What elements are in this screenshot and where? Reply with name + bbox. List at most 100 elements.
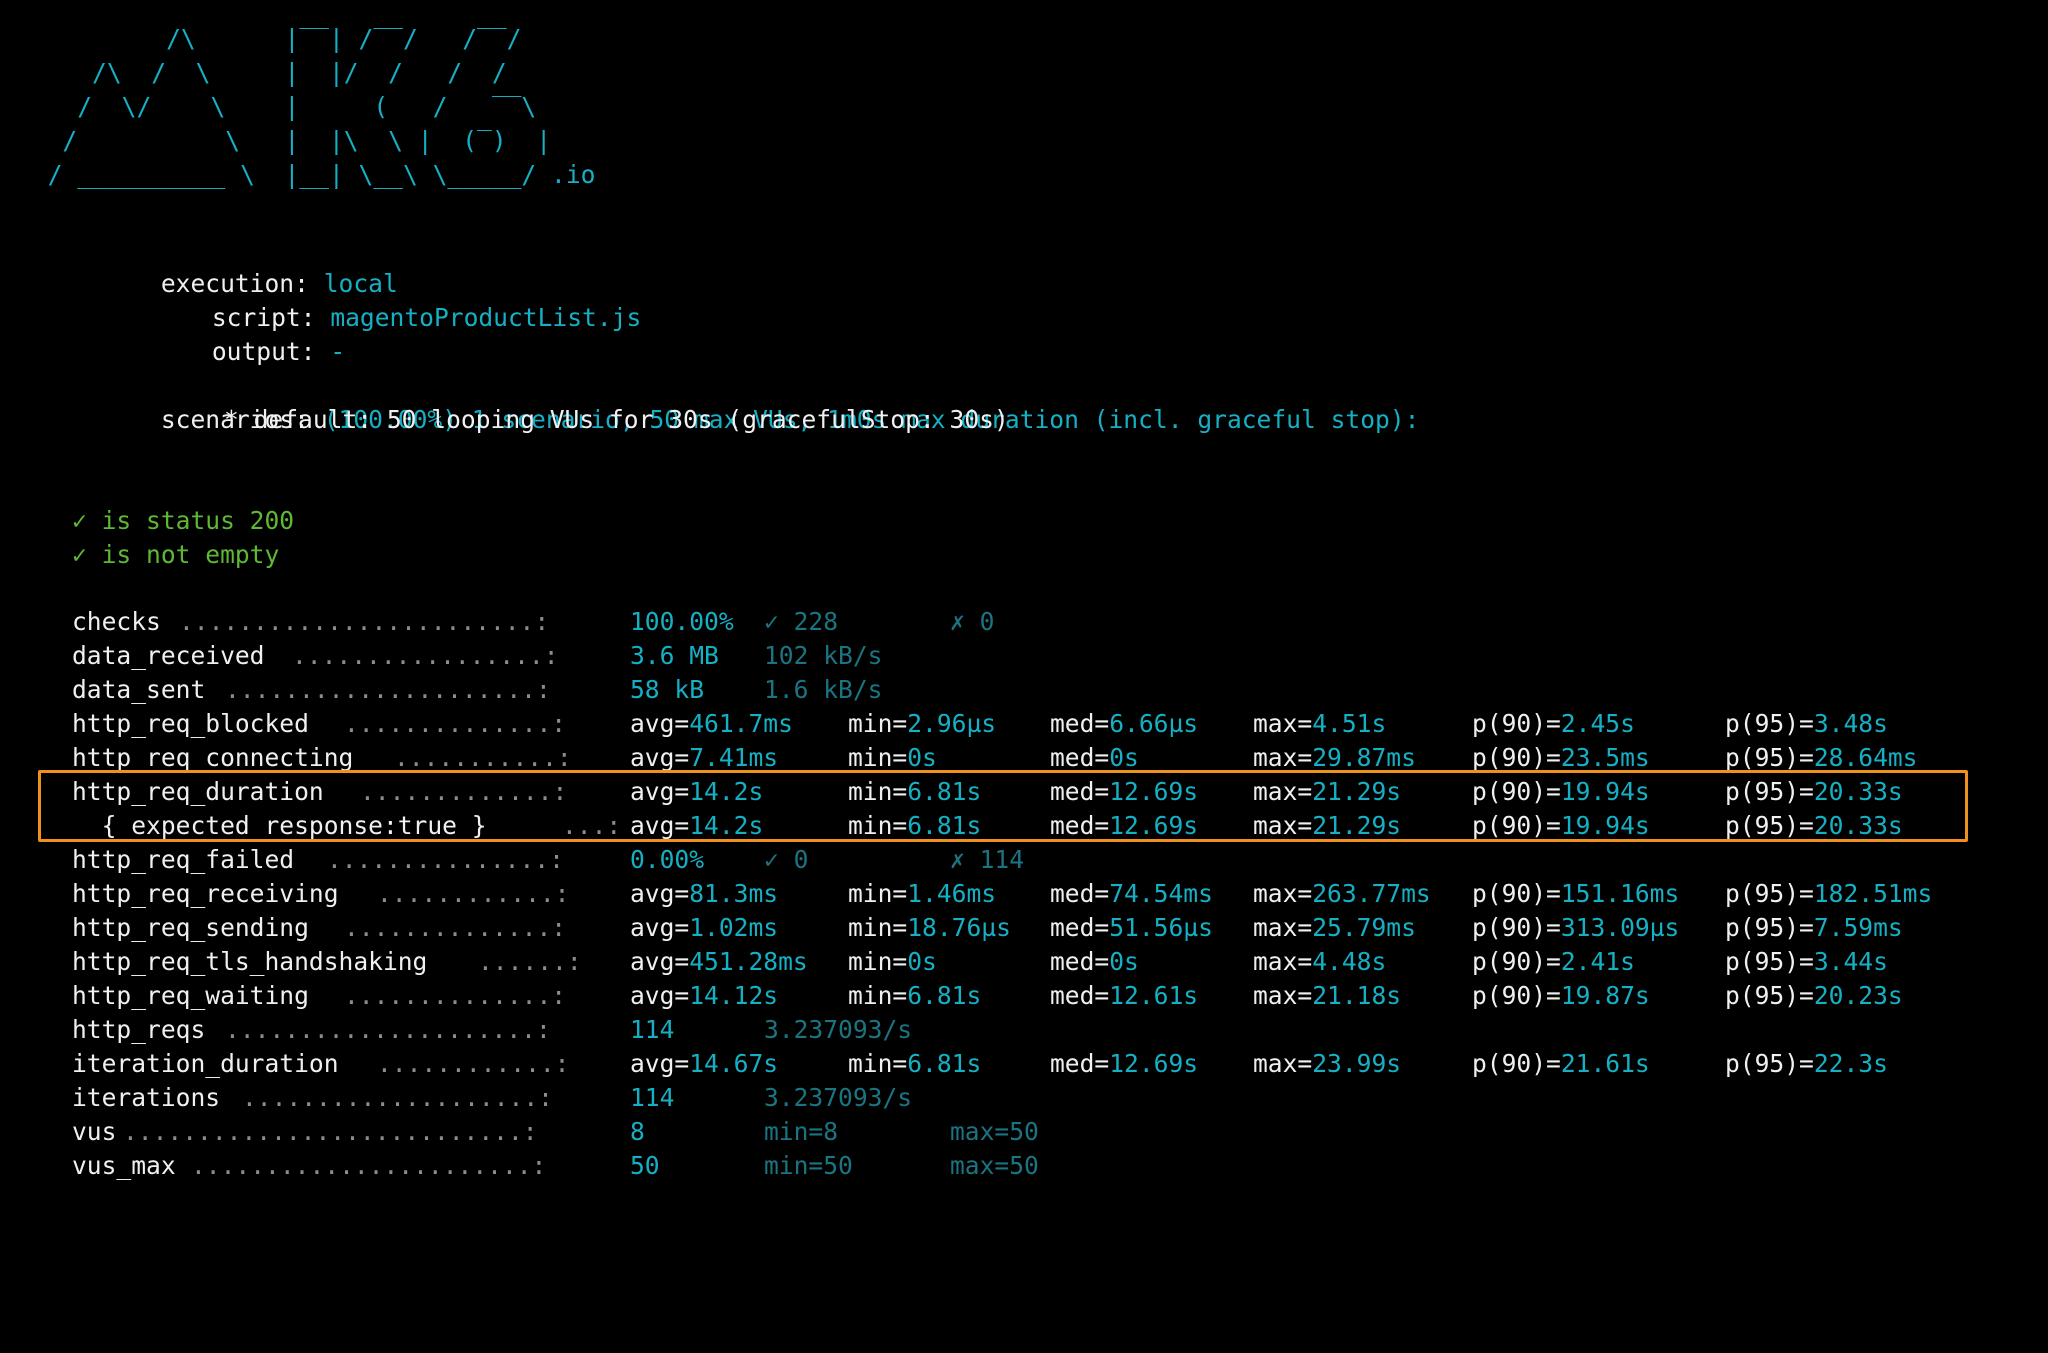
metric-dots: ........................: bbox=[179, 607, 550, 636]
metric-p95: p(95)=3.44s bbox=[1725, 947, 1888, 976]
metric-value: 0.00% bbox=[630, 845, 705, 874]
metric-max: max=25.79ms bbox=[1253, 913, 1416, 942]
metric-dots: .....................: bbox=[225, 1015, 551, 1044]
metric-max: max=23.99s bbox=[1253, 1049, 1402, 1078]
metric-max: max=263.77ms bbox=[1253, 879, 1431, 908]
metric-dots: ......: bbox=[478, 947, 582, 976]
metric-detail: 102 kB/s bbox=[764, 641, 883, 670]
metric-dots: .......................: bbox=[191, 1151, 547, 1180]
metric-med: med=74.54ms bbox=[1050, 879, 1213, 908]
metric-med: med=51.56µs bbox=[1050, 913, 1213, 942]
metric-detail: min=50 bbox=[764, 1151, 853, 1180]
metric-row: http_req_tls_handshaking......: avg=451.… bbox=[72, 945, 1972, 979]
metric-value: 114 bbox=[630, 1015, 675, 1044]
check-item: ✓ is not empty bbox=[72, 540, 280, 569]
logo-line: / \ | |\ \ | (‾) | bbox=[18, 126, 566, 155]
terminal-window: /\ |‾‾| /‾‾/ /‾‾/ /\ / \ | |/ / / / / \/… bbox=[0, 0, 2048, 1240]
metric-name: http_req_sending bbox=[72, 913, 309, 942]
metric-name: vus bbox=[72, 1117, 117, 1146]
metric-name: vus_max bbox=[72, 1151, 176, 1180]
metric-dots: ..............: bbox=[344, 913, 567, 942]
metric-row: checks........................: 100.00% … bbox=[72, 605, 1972, 639]
metric-avg: avg=461.7ms bbox=[630, 709, 793, 738]
metric-detail: max=50 bbox=[950, 1117, 1039, 1146]
metric-value: 114 bbox=[630, 1083, 675, 1112]
metric-name: http_req_failed bbox=[72, 845, 295, 874]
metric-p90: p(90)=19.87s bbox=[1472, 981, 1650, 1010]
metric-avg: avg=81.3ms bbox=[630, 879, 779, 908]
metric-med: med=12.61s bbox=[1050, 981, 1199, 1010]
metric-dots: ...........................: bbox=[123, 1117, 538, 1146]
metric-row: http_req_waiting..............: avg=14.1… bbox=[72, 979, 1972, 1013]
metric-name: http_reqs bbox=[72, 1015, 206, 1044]
metric-detail: ✗ 0 bbox=[950, 607, 995, 636]
metric-min: min=2.96µs bbox=[848, 709, 997, 738]
metric-med: med=6.66µs bbox=[1050, 709, 1199, 738]
output-label: output: bbox=[211, 337, 316, 366]
metric-detail: 3.237093/s bbox=[764, 1015, 913, 1044]
metric-row: http_req_sending..............: avg=1.02… bbox=[72, 911, 1972, 945]
metric-row: iteration_duration............: avg=14.6… bbox=[72, 1047, 1972, 1081]
metric-p90: p(90)=2.45s bbox=[1472, 709, 1635, 738]
metric-value: 58 kB bbox=[630, 675, 705, 704]
metric-p95: p(95)=22.3s bbox=[1725, 1049, 1888, 1078]
metric-p90: p(90)=2.41s bbox=[1472, 947, 1635, 976]
execution-row: execution: local bbox=[72, 233, 398, 298]
metric-detail: 3.237093/s bbox=[764, 1083, 913, 1112]
metric-p90: p(90)=21.61s bbox=[1472, 1049, 1650, 1078]
scenario-detail: * default: 50 looping VUs for 30s (grace… bbox=[224, 405, 1009, 434]
metric-name: iterations bbox=[72, 1083, 221, 1112]
metric-name: http_req_waiting bbox=[72, 981, 309, 1010]
metric-value: 100.00% bbox=[630, 607, 734, 636]
metric-p95: p(95)=182.51ms bbox=[1725, 879, 1933, 908]
metric-max: max=21.18s bbox=[1253, 981, 1402, 1010]
logo-line: /\ / \ | |/ / / / bbox=[18, 58, 566, 87]
metric-p95: p(95)=20.23s bbox=[1725, 981, 1903, 1010]
metric-min: min=1.46ms bbox=[848, 879, 997, 908]
metric-p95: p(95)=7.59ms bbox=[1725, 913, 1903, 942]
metric-name: http_req_blocked bbox=[72, 709, 309, 738]
metric-avg: avg=14.12s bbox=[630, 981, 779, 1010]
metric-avg: avg=451.28ms bbox=[630, 947, 808, 976]
metric-row: vus...........................: 8 min=8 … bbox=[72, 1115, 1972, 1149]
metric-row: data_sent.....................: 58 kB 1.… bbox=[72, 673, 1972, 707]
metric-max: max=4.48s bbox=[1253, 947, 1387, 976]
metric-row: http_reqs.....................: 114 3.23… bbox=[72, 1013, 1972, 1047]
metric-dots: ....................: bbox=[242, 1083, 553, 1112]
metric-dots: ..............: bbox=[344, 709, 567, 738]
metric-dots: ..............: bbox=[344, 981, 567, 1010]
metric-value: 3.6 MB bbox=[630, 641, 719, 670]
metric-value: 50 bbox=[630, 1151, 660, 1180]
metric-name: http_req_receiving bbox=[72, 879, 339, 908]
metric-name: checks bbox=[72, 607, 161, 636]
metric-value: 8 bbox=[630, 1117, 645, 1146]
metric-dots: ............: bbox=[377, 879, 570, 908]
output-row: output: - bbox=[123, 301, 345, 366]
metric-name: data_sent bbox=[72, 675, 206, 704]
metric-row: iterations....................: 114 3.23… bbox=[72, 1081, 1972, 1115]
metric-name: http_req_tls_handshaking bbox=[72, 947, 428, 976]
metric-name: iteration_duration bbox=[72, 1049, 339, 1078]
metric-dots: ...............: bbox=[327, 845, 564, 874]
metric-max: max=4.51s bbox=[1253, 709, 1387, 738]
scenarios-row: scenarios: (100.00%) 1 scenario, 50 max … bbox=[72, 369, 1420, 434]
metric-min: min=6.81s bbox=[848, 1049, 982, 1078]
metric-med: med=0s bbox=[1050, 947, 1139, 976]
metric-med: med=12.69s bbox=[1050, 1049, 1199, 1078]
metric-row: vus_max.......................: 50 min=5… bbox=[72, 1149, 1972, 1183]
metric-avg: avg=1.02ms bbox=[630, 913, 779, 942]
highlight-box bbox=[38, 770, 1968, 842]
metric-dots: .....................: bbox=[225, 675, 551, 704]
metric-p95: p(95)=3.48s bbox=[1725, 709, 1888, 738]
metric-row: data_received.................: 3.6 MB 1… bbox=[72, 639, 1972, 673]
metric-avg: avg=14.67s bbox=[630, 1049, 779, 1078]
check-item: ✓ is status 200 bbox=[72, 506, 295, 535]
metric-row: http_req_receiving............: avg=81.3… bbox=[72, 877, 1972, 911]
metric-detail: ✓ 228 bbox=[764, 607, 839, 636]
logo-line: / __________ \ |__| \__\ \_____/ .io bbox=[18, 160, 596, 189]
metric-detail: 1.6 kB/s bbox=[764, 675, 883, 704]
metric-detail: min=8 bbox=[764, 1117, 839, 1146]
metric-detail: ✗ 114 bbox=[950, 845, 1025, 874]
metric-dots: .................: bbox=[292, 641, 559, 670]
metric-detail: max=50 bbox=[950, 1151, 1039, 1180]
